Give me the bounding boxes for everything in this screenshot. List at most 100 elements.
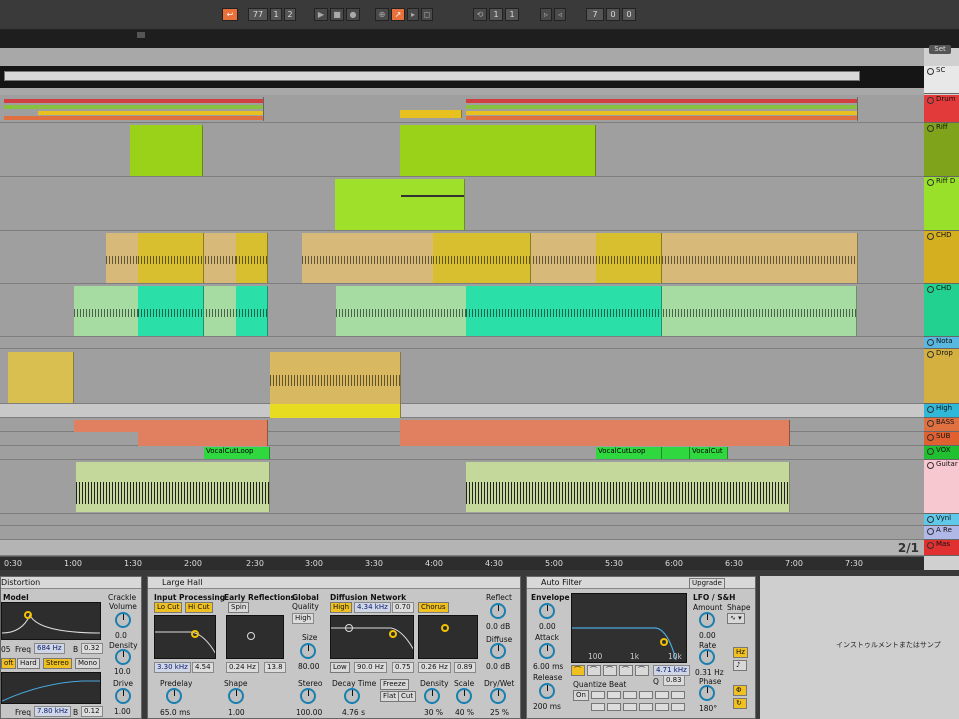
quality-select[interactable]: High — [292, 613, 315, 624]
early-reflections-display[interactable] — [226, 615, 284, 659]
stereo-button[interactable]: Stereo — [43, 658, 72, 669]
riff-d-clip[interactable] — [335, 179, 465, 230]
quantize-step[interactable] — [591, 703, 605, 711]
track-header-nota[interactable]: Nota — [924, 337, 959, 349]
dry-wet-value[interactable]: 25 % — [490, 708, 509, 717]
envelope-knob[interactable] — [539, 603, 555, 619]
filter-display[interactable]: 100 1k 10k — [571, 593, 687, 663]
chd-2-clip[interactable] — [466, 286, 662, 336]
vox-clip[interactable] — [662, 447, 690, 459]
track-activator-icon[interactable] — [927, 406, 934, 413]
track-header-drop[interactable]: Drop — [924, 349, 959, 404]
spin-button[interactable]: Spin — [228, 602, 250, 613]
high-amount-value[interactable]: 0.70 — [392, 602, 414, 613]
diffusion-display[interactable] — [330, 615, 414, 659]
quantize-step[interactable] — [607, 691, 621, 699]
chorus-button[interactable]: Chorus — [418, 602, 449, 613]
scale-value[interactable]: 40 % — [455, 708, 474, 717]
drum-clip[interactable] — [466, 97, 858, 121]
drop-clip[interactable] — [8, 352, 74, 403]
follow-button[interactable]: ↩ — [222, 8, 238, 21]
size-value[interactable]: 80.00 — [298, 662, 319, 671]
vocal-cut-loop-clip[interactable]: VocalCutLoop — [204, 447, 270, 459]
soft-button[interactable]: oft — [1, 658, 17, 669]
spin-amount-value[interactable]: 13.8 — [264, 662, 286, 673]
freq-value[interactable]: 684 Hz — [34, 643, 65, 654]
input-freq-value[interactable]: 3.30 kHz — [154, 662, 191, 673]
vocal-cut-loop-clip[interactable]: VocalCutLoop — [596, 447, 662, 459]
rate-knob[interactable] — [699, 649, 715, 665]
track-header-riff-d[interactable]: Riff D — [924, 177, 959, 231]
chd-2-clip[interactable] — [236, 286, 268, 336]
capture-icon[interactable]: ◻ — [421, 8, 433, 21]
freq2-value[interactable]: 7.80 kHz — [34, 706, 71, 717]
input-filter-handle[interactable] — [191, 630, 199, 638]
guitar-clip[interactable] — [466, 462, 790, 512]
track-activator-icon[interactable] — [927, 125, 934, 132]
rate-value[interactable]: 0.31 Hz — [695, 668, 724, 677]
mono-button[interactable]: Mono — [75, 658, 101, 669]
freq-left-value[interactable]: 05 — [1, 645, 11, 654]
riff-clip[interactable] — [400, 125, 596, 176]
chd-clip[interactable] — [433, 233, 531, 283]
input-q-value[interactable]: 4.54 — [192, 662, 214, 673]
quantize-step[interactable] — [639, 691, 653, 699]
stop-icon[interactable]: ■ — [330, 8, 344, 21]
bar-field-b[interactable]: 2 — [284, 8, 296, 21]
reflect-knob[interactable] — [490, 603, 506, 619]
chorus-amount-value[interactable]: 0.89 — [454, 662, 476, 673]
track-header-sc[interactable]: SC — [924, 66, 959, 94]
guitar-clip[interactable] — [76, 462, 270, 512]
density-knob[interactable] — [115, 649, 131, 665]
amount-knob[interactable] — [699, 612, 715, 628]
reenable-icon[interactable]: ▸ — [407, 8, 419, 21]
notch-filter-icon[interactable]: ⌒ — [619, 665, 633, 676]
b2-value[interactable]: 0.12 — [81, 706, 103, 717]
track-lane-a-return[interactable] — [0, 526, 924, 540]
track-activator-icon[interactable] — [927, 97, 934, 104]
track-header-guitar[interactable]: Guitar — [924, 460, 959, 514]
curve-handle[interactable] — [24, 611, 32, 619]
quantize-step[interactable] — [671, 691, 685, 699]
set-button[interactable]: Set — [929, 45, 951, 54]
bar-field-a[interactable]: 1 — [270, 8, 282, 21]
predelay-value[interactable]: 65.0 ms — [160, 708, 190, 717]
track-activator-icon[interactable] — [927, 516, 934, 523]
chd-2-clip[interactable] — [138, 286, 204, 336]
diffusion-high-handle[interactable] — [389, 630, 397, 638]
freeze-button[interactable]: Freeze — [380, 679, 409, 690]
quantize-step[interactable] — [655, 703, 669, 711]
track-header-high[interactable]: High — [924, 404, 959, 418]
size-knob[interactable] — [300, 643, 316, 659]
predelay-knob[interactable] — [166, 688, 182, 704]
quantize-step[interactable] — [671, 703, 685, 711]
reflect-value[interactable]: 0.0 dB — [486, 622, 510, 631]
low-button[interactable]: Low — [330, 662, 350, 673]
quantize-step[interactable] — [607, 703, 621, 711]
sync-button[interactable]: ♪ — [733, 660, 747, 671]
amount-value[interactable]: 0.00 — [699, 631, 716, 640]
chorus-rate-value[interactable]: 0.26 Hz — [418, 662, 451, 673]
drum-clip[interactable] — [4, 97, 264, 121]
quantize-step[interactable] — [639, 703, 653, 711]
shape-knob[interactable] — [228, 688, 244, 704]
track-header-a-return[interactable]: A Re — [924, 526, 959, 540]
stereo-value[interactable]: 100.00 — [296, 708, 322, 717]
overdub-icon[interactable]: ⊕ — [375, 8, 389, 21]
morph-filter-icon[interactable]: ⌒ — [635, 665, 649, 676]
track-activator-icon[interactable] — [927, 339, 934, 346]
riff-clip[interactable] — [130, 125, 203, 176]
track-header-vox[interactable]: VOX — [924, 446, 959, 460]
bass-clip[interactable] — [400, 420, 790, 446]
device-title[interactable]: Distortion — [1, 577, 141, 589]
shape-value[interactable]: 1.00 — [228, 708, 245, 717]
cut-button[interactable]: Cut — [398, 691, 417, 702]
track-lane-vox[interactable] — [0, 446, 924, 460]
track-header-riff[interactable]: Riff — [924, 123, 959, 177]
vocal-cut-clip[interactable]: VocalCut — [690, 447, 728, 459]
quantize-step[interactable] — [623, 703, 637, 711]
volume-value[interactable]: 0.0 — [115, 631, 127, 640]
drum-clip[interactable] — [400, 110, 462, 118]
track-header-chd-2[interactable]: CHD — [924, 284, 959, 337]
track-header-vynl[interactable]: Vynl — [924, 514, 959, 526]
